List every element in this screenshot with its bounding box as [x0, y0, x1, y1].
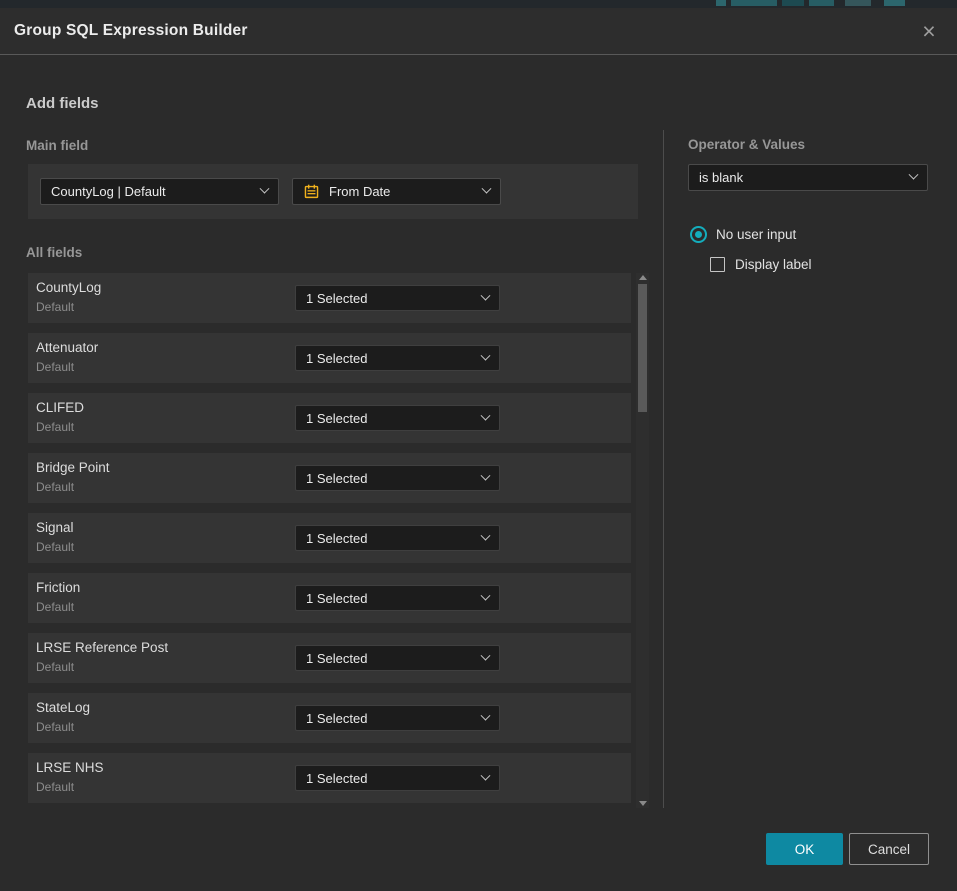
operator-value: is blank: [699, 170, 743, 185]
background-app-fragment: [731, 0, 777, 6]
calendar-icon: [303, 183, 320, 200]
all-fields-list: CountyLog Default 1 Selected Attenuator …: [28, 273, 631, 813]
display-label-option[interactable]: Display label: [710, 257, 812, 272]
scroll-down-icon[interactable]: [639, 801, 647, 806]
chevron-down-icon: [481, 470, 491, 480]
field-row-name: Bridge Point: [36, 460, 110, 475]
field-row-selected-value: 1 Selected: [306, 531, 367, 546]
chevron-down-icon: [481, 650, 491, 660]
cancel-button[interactable]: Cancel: [849, 833, 929, 865]
main-field-source-dropdown[interactable]: CountyLog | Default: [40, 178, 279, 205]
background-app-edge: [0, 0, 957, 8]
field-row-selected-value: 1 Selected: [306, 471, 367, 486]
add-fields-heading: Add fields: [26, 95, 99, 112]
field-row-selected-dropdown[interactable]: 1 Selected: [295, 405, 500, 431]
main-field-field-value: From Date: [329, 184, 390, 199]
group-sql-expression-builder-dialog: Group SQL Expression Builder × Add field…: [0, 8, 957, 891]
background-app-fragment: [884, 0, 905, 6]
field-row-selected-value: 1 Selected: [306, 591, 367, 606]
screen: Group SQL Expression Builder × Add field…: [0, 0, 957, 891]
field-row[interactable]: Bridge Point Default 1 Selected: [28, 453, 631, 503]
field-row-selected-dropdown[interactable]: 1 Selected: [295, 645, 500, 671]
field-row-name: CLIFED: [36, 400, 84, 415]
background-app-fragment: [716, 0, 726, 6]
chevron-down-icon: [481, 350, 491, 360]
chevron-down-icon: [481, 290, 491, 300]
field-row-sublabel: Default: [36, 780, 74, 794]
field-row-selected-dropdown[interactable]: 1 Selected: [295, 525, 500, 551]
field-row[interactable]: Signal Default 1 Selected: [28, 513, 631, 563]
field-row[interactable]: Friction Default 1 Selected: [28, 573, 631, 623]
field-row-name: LRSE Reference Post: [36, 640, 168, 655]
field-row-name: Friction: [36, 580, 80, 595]
all-fields-label: All fields: [26, 245, 82, 260]
field-row[interactable]: LRSE Reference Post Default 1 Selected: [28, 633, 631, 683]
field-row-selected-value: 1 Selected: [306, 411, 367, 426]
field-row-name: LRSE NHS: [36, 760, 104, 775]
field-row-selected-value: 1 Selected: [306, 351, 367, 366]
radio-selected-icon[interactable]: [690, 226, 707, 243]
chevron-down-icon: [481, 770, 491, 780]
field-row-selected-dropdown[interactable]: 1 Selected: [295, 285, 500, 311]
field-row-sublabel: Default: [36, 480, 74, 494]
field-row-sublabel: Default: [36, 420, 74, 434]
background-app-fragment: [782, 0, 804, 6]
background-app-fragment: [845, 0, 871, 6]
main-field-field-dropdown[interactable]: From Date: [292, 178, 501, 205]
field-row-sublabel: Default: [36, 540, 74, 554]
checkbox-unchecked-icon[interactable]: [710, 257, 725, 272]
display-label-label: Display label: [735, 257, 812, 272]
dialog-title: Group SQL Expression Builder: [14, 22, 248, 40]
chevron-down-icon: [481, 710, 491, 720]
main-field-label: Main field: [26, 138, 88, 153]
scrollbar-thumb[interactable]: [638, 284, 647, 412]
vertical-divider: [663, 130, 664, 808]
no-user-input-option[interactable]: No user input: [690, 226, 796, 243]
field-row-sublabel: Default: [36, 720, 74, 734]
background-app-fragment: [809, 0, 834, 6]
field-row-name: Signal: [36, 520, 74, 535]
field-row-selected-dropdown[interactable]: 1 Selected: [295, 705, 500, 731]
field-row[interactable]: Attenuator Default 1 Selected: [28, 333, 631, 383]
field-row-sublabel: Default: [36, 660, 74, 674]
field-row-selected-dropdown[interactable]: 1 Selected: [295, 765, 500, 791]
ok-button[interactable]: OK: [766, 833, 843, 865]
field-row-selected-dropdown[interactable]: 1 Selected: [295, 585, 500, 611]
field-row-selected-value: 1 Selected: [306, 291, 367, 306]
field-row-name: CountyLog: [36, 280, 101, 295]
chevron-down-icon: [260, 184, 270, 194]
field-row[interactable]: CountyLog Default 1 Selected: [28, 273, 631, 323]
field-row-sublabel: Default: [36, 600, 74, 614]
scroll-up-icon[interactable]: [639, 275, 647, 280]
main-field-panel: CountyLog | Default From Date: [28, 164, 638, 219]
field-row[interactable]: CLIFED Default 1 Selected: [28, 393, 631, 443]
dialog-titlebar: Group SQL Expression Builder ×: [0, 8, 957, 55]
field-row[interactable]: LRSE NHS Default 1 Selected: [28, 753, 631, 803]
main-field-source-value: CountyLog | Default: [51, 184, 166, 199]
field-row-name: Attenuator: [36, 340, 98, 355]
field-row-name: StateLog: [36, 700, 90, 715]
field-row-selected-dropdown[interactable]: 1 Selected: [295, 345, 500, 371]
chevron-down-icon: [482, 184, 492, 194]
field-row-sublabel: Default: [36, 360, 74, 374]
field-row-sublabel: Default: [36, 300, 74, 314]
field-row[interactable]: StateLog Default 1 Selected: [28, 693, 631, 743]
operator-values-heading: Operator & Values: [688, 137, 805, 152]
field-row-selected-value: 1 Selected: [306, 651, 367, 666]
chevron-down-icon: [481, 590, 491, 600]
close-icon[interactable]: ×: [915, 17, 943, 45]
chevron-down-icon: [909, 170, 919, 180]
scrollbar[interactable]: [636, 273, 649, 808]
chevron-down-icon: [481, 530, 491, 540]
field-row-selected-value: 1 Selected: [306, 771, 367, 786]
no-user-input-label: No user input: [716, 227, 796, 242]
operator-dropdown[interactable]: is blank: [688, 164, 928, 191]
field-row-selected-value: 1 Selected: [306, 711, 367, 726]
field-row-selected-dropdown[interactable]: 1 Selected: [295, 465, 500, 491]
chevron-down-icon: [481, 410, 491, 420]
